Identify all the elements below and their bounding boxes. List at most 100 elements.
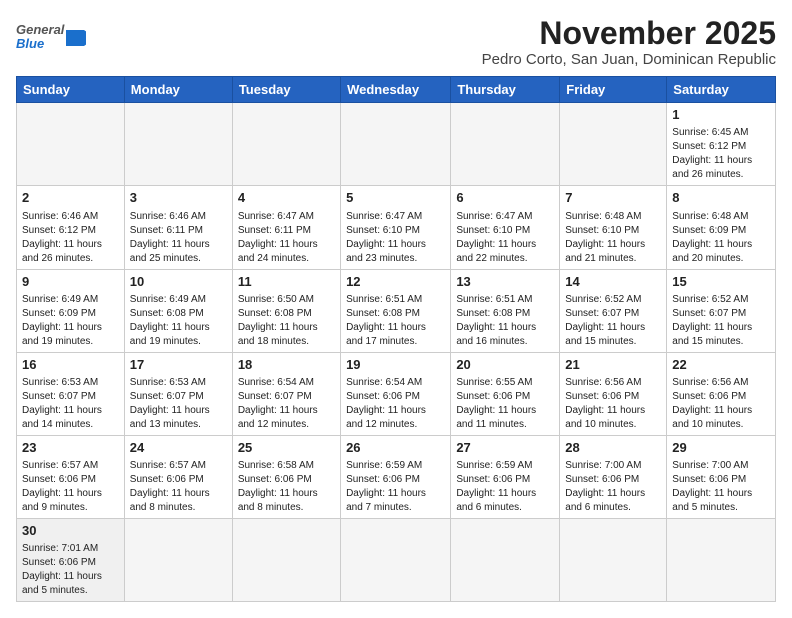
day-number: 2 xyxy=(22,189,119,207)
day-info: Sunrise: 6:47 AM Sunset: 6:11 PM Dayligh… xyxy=(238,210,335,266)
calendar-cell xyxy=(17,103,125,186)
day-info: Sunrise: 6:45 AM Sunset: 6:12 PM Dayligh… xyxy=(672,126,770,182)
calendar-cell: 27Sunrise: 6:59 AM Sunset: 6:06 PM Dayli… xyxy=(451,435,560,518)
calendar-cell xyxy=(232,103,340,186)
day-info: Sunrise: 7:01 AM Sunset: 6:06 PM Dayligh… xyxy=(22,542,119,598)
day-number: 10 xyxy=(130,273,227,291)
weekday-header-saturday: Saturday xyxy=(667,77,776,103)
logo: General Blue xyxy=(16,16,86,60)
weekday-header-monday: Monday xyxy=(124,77,232,103)
weekday-header-sunday: Sunday xyxy=(17,77,125,103)
day-info: Sunrise: 6:49 AM Sunset: 6:09 PM Dayligh… xyxy=(22,293,119,349)
day-info: Sunrise: 6:58 AM Sunset: 6:06 PM Dayligh… xyxy=(238,459,335,515)
calendar-cell xyxy=(124,103,232,186)
day-info: Sunrise: 6:46 AM Sunset: 6:12 PM Dayligh… xyxy=(22,210,119,266)
day-info: Sunrise: 6:54 AM Sunset: 6:07 PM Dayligh… xyxy=(238,376,335,432)
day-info: Sunrise: 6:47 AM Sunset: 6:10 PM Dayligh… xyxy=(456,210,554,266)
calendar-cell: 9 Sunrise: 6:49 AM Sunset: 6:09 PM Daylig… xyxy=(17,269,125,352)
day-info: Sunrise: 6:55 AM Sunset: 6:06 PM Dayligh… xyxy=(456,376,554,432)
day-number: 12 xyxy=(346,273,445,291)
week-row-2: 2 Sunrise: 6:46 AM Sunset: 6:12 PM Daylig… xyxy=(17,186,776,269)
calendar-cell: 29 Sunrise: 7:00 AM Sunset: 6:06 PM Dayli… xyxy=(667,435,776,518)
day-number: 21 xyxy=(565,356,661,374)
day-info: Sunrise: 6:52 AM Sunset: 6:07 PM Dayligh… xyxy=(672,293,770,349)
weekday-header-thursday: Thursday xyxy=(451,77,560,103)
day-number: 26 xyxy=(346,439,445,457)
day-info: Sunrise: 6:46 AM Sunset: 6:11 PM Dayligh… xyxy=(130,210,227,266)
day-number: 7 xyxy=(565,189,661,207)
day-info: Sunrise: 6:57 AM Sunset: 6:06 PM Dayligh… xyxy=(130,459,227,515)
day-number: 11 xyxy=(238,273,335,291)
calendar-cell xyxy=(560,103,667,186)
calendar-cell: 22 Sunrise: 6:56 AM Sunset: 6:06 PM Dayli… xyxy=(667,352,776,435)
calendar-cell: 11 Sunrise: 6:50 AM Sunset: 6:08 PM Dayli… xyxy=(232,269,340,352)
day-info: Sunrise: 6:47 AM Sunset: 6:10 PM Dayligh… xyxy=(346,210,445,266)
svg-text:Blue: Blue xyxy=(16,36,44,51)
day-number: 18 xyxy=(238,356,335,374)
calendar-cell xyxy=(232,519,340,602)
day-number: 1 xyxy=(672,106,770,124)
day-info: Sunrise: 6:51 AM Sunset: 6:08 PM Dayligh… xyxy=(456,293,554,349)
calendar-table: SundayMondayTuesdayWednesdayThursdayFrid… xyxy=(16,76,776,602)
day-number: 25 xyxy=(238,439,335,457)
day-number: 30 xyxy=(22,522,119,540)
week-row-1: 1 Sunrise: 6:45 AM Sunset: 6:12 PM Daylig… xyxy=(17,103,776,186)
calendar-cell: 19Sunrise: 6:54 AM Sunset: 6:06 PM Dayli… xyxy=(341,352,451,435)
day-info: Sunrise: 6:50 AM Sunset: 6:08 PM Dayligh… xyxy=(238,293,335,349)
calendar-cell: 24 Sunrise: 6:57 AM Sunset: 6:06 PM Dayli… xyxy=(124,435,232,518)
day-number: 4 xyxy=(238,189,335,207)
day-number: 22 xyxy=(672,356,770,374)
calendar-cell xyxy=(341,519,451,602)
week-row-6: 30 Sunrise: 7:01 AM Sunset: 6:06 PM Dayli… xyxy=(17,519,776,602)
calendar-cell: 16Sunrise: 6:53 AM Sunset: 6:07 PM Dayli… xyxy=(17,352,125,435)
logo-svg: General Blue xyxy=(16,16,86,60)
calendar-cell: 5 Sunrise: 6:47 AM Sunset: 6:10 PM Daylig… xyxy=(341,186,451,269)
calendar-cell xyxy=(451,103,560,186)
calendar-cell: 6Sunrise: 6:47 AM Sunset: 6:10 PM Daylig… xyxy=(451,186,560,269)
svg-text:General: General xyxy=(16,22,65,37)
calendar-cell xyxy=(667,519,776,602)
day-number: 20 xyxy=(456,356,554,374)
day-info: Sunrise: 7:00 AM Sunset: 6:06 PM Dayligh… xyxy=(672,459,770,515)
day-info: Sunrise: 7:00 AM Sunset: 6:06 PM Dayligh… xyxy=(565,459,661,515)
day-info: Sunrise: 6:53 AM Sunset: 6:07 PM Dayligh… xyxy=(130,376,227,432)
day-info: Sunrise: 6:59 AM Sunset: 6:06 PM Dayligh… xyxy=(346,459,445,515)
calendar-subtitle: Pedro Corto, San Juan, Dominican Republi… xyxy=(482,51,776,68)
calendar-cell: 13Sunrise: 6:51 AM Sunset: 6:08 PM Dayli… xyxy=(451,269,560,352)
week-row-5: 23 Sunrise: 6:57 AM Sunset: 6:06 PM Dayli… xyxy=(17,435,776,518)
week-row-4: 16Sunrise: 6:53 AM Sunset: 6:07 PM Dayli… xyxy=(17,352,776,435)
day-info: Sunrise: 6:56 AM Sunset: 6:06 PM Dayligh… xyxy=(672,376,770,432)
calendar-cell: 1 Sunrise: 6:45 AM Sunset: 6:12 PM Daylig… xyxy=(667,103,776,186)
day-number: 3 xyxy=(130,189,227,207)
day-number: 23 xyxy=(22,439,119,457)
day-info: Sunrise: 6:56 AM Sunset: 6:06 PM Dayligh… xyxy=(565,376,661,432)
day-number: 15 xyxy=(672,273,770,291)
day-info: Sunrise: 6:48 AM Sunset: 6:09 PM Dayligh… xyxy=(672,210,770,266)
calendar-cell: 18 Sunrise: 6:54 AM Sunset: 6:07 PM Dayli… xyxy=(232,352,340,435)
calendar-cell: 14 Sunrise: 6:52 AM Sunset: 6:07 PM Dayli… xyxy=(560,269,667,352)
calendar-cell: 20 Sunrise: 6:55 AM Sunset: 6:06 PM Dayli… xyxy=(451,352,560,435)
calendar-cell: 30 Sunrise: 7:01 AM Sunset: 6:06 PM Dayli… xyxy=(17,519,125,602)
week-row-3: 9 Sunrise: 6:49 AM Sunset: 6:09 PM Daylig… xyxy=(17,269,776,352)
day-info: Sunrise: 6:52 AM Sunset: 6:07 PM Dayligh… xyxy=(565,293,661,349)
day-number: 9 xyxy=(22,273,119,291)
day-info: Sunrise: 6:53 AM Sunset: 6:07 PM Dayligh… xyxy=(22,376,119,432)
weekday-header-row: SundayMondayTuesdayWednesdayThursdayFrid… xyxy=(17,77,776,103)
day-number: 14 xyxy=(565,273,661,291)
day-info: Sunrise: 6:48 AM Sunset: 6:10 PM Dayligh… xyxy=(565,210,661,266)
day-number: 5 xyxy=(346,189,445,207)
calendar-cell: 15 Sunrise: 6:52 AM Sunset: 6:07 PM Dayli… xyxy=(667,269,776,352)
weekday-header-tuesday: Tuesday xyxy=(232,77,340,103)
calendar-cell: 3 Sunrise: 6:46 AM Sunset: 6:11 PM Daylig… xyxy=(124,186,232,269)
calendar-title: November 2025 xyxy=(482,16,776,51)
day-number: 24 xyxy=(130,439,227,457)
day-info: Sunrise: 6:57 AM Sunset: 6:06 PM Dayligh… xyxy=(22,459,119,515)
day-info: Sunrise: 6:49 AM Sunset: 6:08 PM Dayligh… xyxy=(130,293,227,349)
calendar-cell: 7 Sunrise: 6:48 AM Sunset: 6:10 PM Daylig… xyxy=(560,186,667,269)
day-number: 29 xyxy=(672,439,770,457)
day-number: 8 xyxy=(672,189,770,207)
day-number: 19 xyxy=(346,356,445,374)
calendar-cell: 8 Sunrise: 6:48 AM Sunset: 6:09 PM Daylig… xyxy=(667,186,776,269)
weekday-header-friday: Friday xyxy=(560,77,667,103)
calendar-cell: 12Sunrise: 6:51 AM Sunset: 6:08 PM Dayli… xyxy=(341,269,451,352)
